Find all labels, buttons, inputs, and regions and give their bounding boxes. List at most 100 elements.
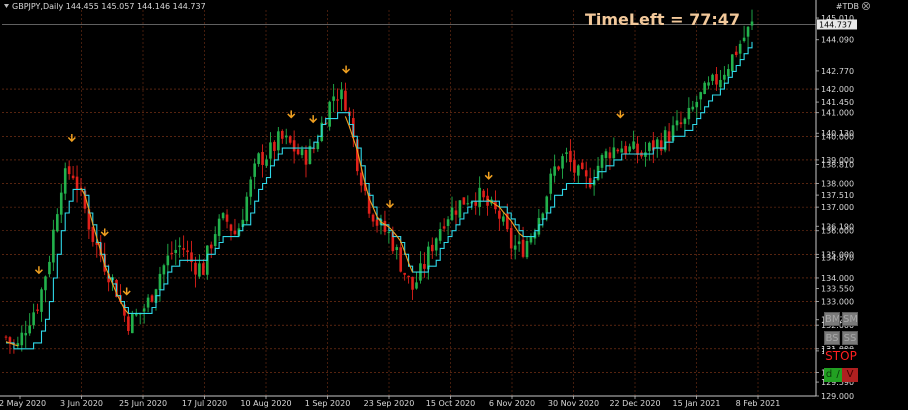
candle-body: [134, 313, 138, 316]
candle-body: [711, 74, 714, 81]
candle-body: [517, 241, 521, 245]
candle-body: [280, 130, 284, 139]
candle-body: [423, 264, 426, 269]
candle-body: [56, 214, 59, 232]
candle-body: [675, 120, 679, 126]
candle-body: [170, 252, 174, 255]
price-tick-label: 138.810: [821, 160, 854, 169]
sell-stop-button[interactable]: SS: [842, 331, 858, 345]
price-tick-label: 141.450: [821, 98, 854, 107]
candle-body: [580, 162, 584, 169]
candle-body: [296, 149, 300, 155]
candle-body: [403, 272, 406, 275]
candle-body: [719, 79, 722, 88]
candle-body: [4, 336, 8, 338]
candle-body: [284, 135, 288, 138]
time-tick-label: 23 Sep 2020: [364, 399, 415, 408]
candle-body: [525, 240, 529, 258]
candle-body: [691, 106, 695, 110]
candle-body: [32, 312, 35, 326]
time-tick-label: 15 Jan 2021: [673, 399, 721, 408]
time-tick-label: 30 Nov 2020: [548, 399, 599, 408]
candle-body: [600, 155, 604, 168]
candle-body: [588, 178, 592, 188]
candle-body: [458, 200, 462, 218]
candle-body: [186, 250, 189, 253]
candle-body: [498, 210, 501, 219]
candle-body: [71, 175, 75, 179]
candle-body: [336, 99, 339, 101]
price-chart[interactable]: 145.010144.090142.770142.000141.450141.0…: [0, 0, 908, 410]
candle-body: [44, 276, 47, 291]
candle-body: [573, 159, 576, 173]
panel-v-button[interactable]: V: [842, 368, 858, 382]
candle-body: [604, 151, 608, 158]
buy-stop-button[interactable]: BS: [824, 331, 840, 345]
candle-body: [434, 238, 438, 251]
price-tick-label: 138.000: [821, 180, 854, 189]
candle-body: [328, 101, 331, 127]
candle-body: [221, 213, 225, 219]
candle-body: [261, 151, 264, 165]
candle-body: [454, 210, 458, 215]
current-price-label: 144.737: [819, 20, 852, 29]
candle-body: [521, 239, 525, 257]
buy-market-button[interactable]: BM: [824, 312, 840, 326]
price-tick-label: 142.770: [821, 67, 854, 76]
symbol-header[interactable]: GBPJPY,Daily 144.455 145.057 144.146 144…: [4, 2, 206, 11]
panel-slash-button[interactable]: /: [834, 368, 842, 382]
time-tick-label: 10 Aug 2020: [240, 399, 291, 408]
candle-body: [644, 152, 647, 157]
candle-body: [553, 166, 556, 176]
panel-d-button[interactable]: d: [824, 368, 834, 382]
symbol-ohlc-label: GBPJPY,Daily 144.455 145.057 144.146 144…: [12, 2, 206, 11]
price-tick-label: 144.090: [821, 36, 854, 45]
candle-body: [399, 247, 403, 272]
candle-body: [608, 152, 612, 159]
candle-body: [292, 140, 296, 152]
candle-body: [679, 122, 683, 125]
time-tick-label: 22 Dec 2020: [609, 399, 660, 408]
candle-body: [746, 26, 750, 37]
candle-body: [269, 142, 272, 159]
candle-body: [332, 96, 335, 101]
candle-body: [655, 139, 659, 148]
candle-body: [557, 166, 560, 170]
candle-body: [257, 153, 260, 165]
candle-body: [288, 136, 292, 143]
candle-body: [304, 149, 308, 165]
candle-body: [202, 263, 205, 275]
candle-body: [667, 131, 671, 143]
price-tick-label: 134.000: [821, 274, 854, 283]
candle-body: [40, 289, 43, 312]
candle-body: [63, 168, 67, 194]
price-tick-label: 137.000: [821, 203, 854, 212]
candle-body: [383, 220, 387, 232]
candle-body: [502, 216, 505, 222]
candle-body: [509, 228, 513, 249]
candle-body: [446, 219, 450, 226]
candle-body: [387, 232, 391, 234]
candle-body: [727, 69, 730, 77]
price-tick-label: 141.000: [821, 109, 854, 118]
price-tick-label: 133.550: [821, 285, 854, 294]
stop-button[interactable]: STOP: [824, 349, 858, 363]
candle-body: [273, 141, 276, 151]
candle-body: [703, 82, 706, 95]
candle-body: [209, 244, 213, 249]
candle-body: [466, 203, 470, 205]
candle-body: [415, 282, 418, 289]
candle-body: [723, 74, 726, 80]
sell-market-button[interactable]: SM: [842, 312, 858, 326]
candle-body: [127, 316, 130, 331]
price-tick-label: 133.000: [821, 298, 854, 307]
time-tick-label: 12 May 2020: [0, 399, 46, 408]
candle-body: [245, 196, 249, 222]
candle-body: [142, 308, 146, 312]
candle-body: [253, 163, 256, 177]
candle-body: [75, 176, 79, 190]
candle-body: [194, 262, 197, 275]
price-tick-label: 129.000: [821, 392, 854, 401]
time-tick-label: 17 Jul 2020: [182, 399, 227, 408]
time-tick-label: 6 Nov 2020: [489, 399, 535, 408]
